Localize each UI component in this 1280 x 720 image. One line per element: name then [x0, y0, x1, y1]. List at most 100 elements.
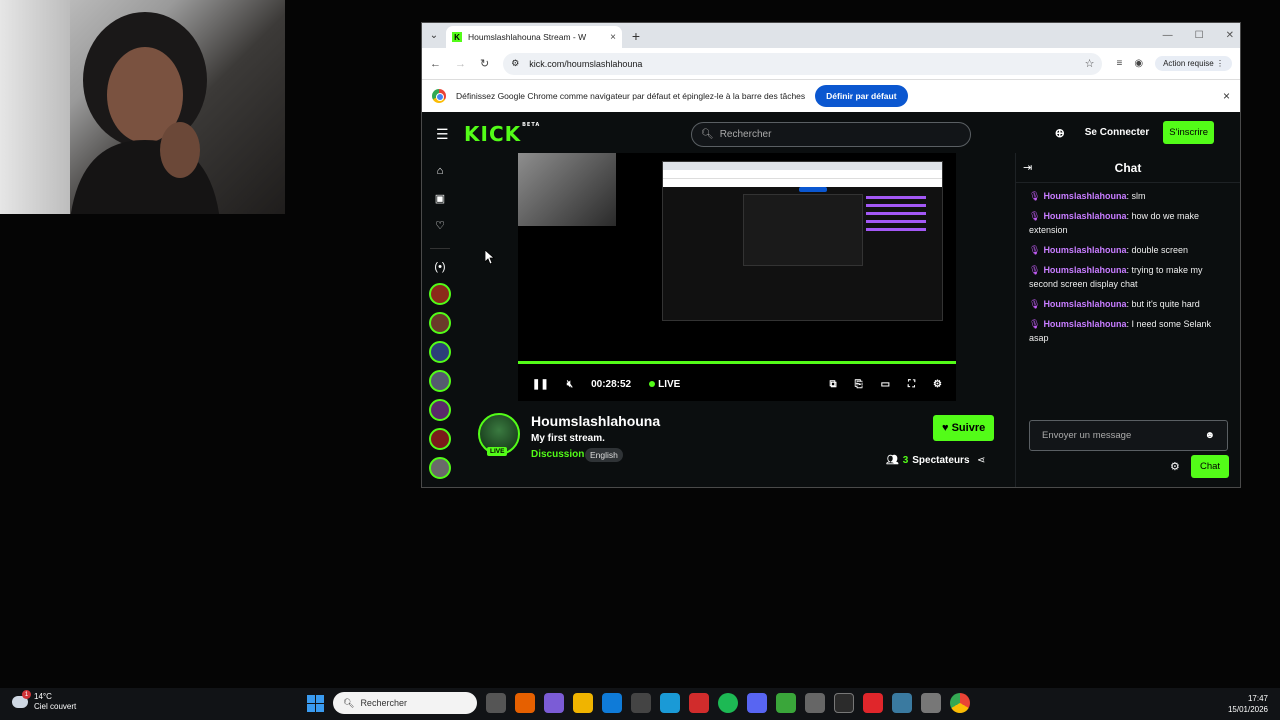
infobar-close-icon[interactable]: ×	[1223, 89, 1230, 103]
profile-icon[interactable]: ◉	[1134, 58, 1143, 69]
bookmark-star-icon[interactable]: ☆	[1085, 57, 1095, 70]
browse-icon[interactable]: ▣	[435, 192, 445, 207]
viewers-icon: 👥︎	[886, 455, 899, 466]
follow-button[interactable]: ♥ Suivre	[933, 415, 995, 441]
weather-widget[interactable]: 1 14°C Ciel couvert	[12, 690, 76, 712]
chat-message: 🎙︎ Houmslashlahouna: but it's quite hard	[1029, 297, 1227, 311]
chat-message-input[interactable]: Envoyer un message ☻	[1029, 420, 1228, 451]
taskbar-search[interactable]: 🔍︎ Rechercher	[333, 692, 477, 714]
captured-page	[663, 188, 942, 320]
chrome-icon[interactable]	[950, 693, 970, 713]
app-icon[interactable]	[892, 693, 912, 713]
chat-username[interactable]: Houmslashlahouna	[1043, 211, 1126, 221]
pause-icon[interactable]: ❚❚	[532, 379, 549, 390]
address-bar[interactable]: ⚙ kick.com/houmslashlahouna ☆	[503, 52, 1103, 75]
chat-username[interactable]: Houmslashlahouna	[1043, 245, 1126, 255]
app-icon[interactable]	[863, 693, 883, 713]
discord-icon[interactable]	[747, 693, 767, 713]
tab-search-icon[interactable]: ⌄	[422, 23, 446, 48]
channel-avatar[interactable]	[429, 312, 451, 334]
miniplayer-icon[interactable]: ⧉	[829, 379, 836, 390]
left-sidebar: ⌂ ▣ ♡ (•)	[422, 153, 458, 487]
collapse-chat-icon[interactable]: ⇥	[1023, 161, 1032, 174]
chat-message: 🎙︎ Houmslashlahouna: double screen	[1029, 243, 1227, 257]
file-explorer-icon[interactable]	[573, 693, 593, 713]
app-icon[interactable]	[776, 693, 796, 713]
chat-settings-gear-icon[interactable]: ⚙	[1170, 460, 1180, 473]
close-window-icon[interactable]: ✕	[1226, 30, 1234, 41]
theater-mode-icon[interactable]: ▭	[881, 379, 890, 390]
firefox-icon[interactable]	[515, 693, 535, 713]
chat-username[interactable]: Houmslashlahouna	[1043, 319, 1126, 329]
webcam-overlay	[0, 0, 285, 214]
forward-icon[interactable]: →	[455, 58, 466, 70]
streamer-name[interactable]: Houmslashlahouna	[531, 413, 660, 429]
app-icon[interactable]	[834, 693, 854, 713]
minimize-icon[interactable]: —	[1163, 30, 1173, 41]
site-info-icon[interactable]: ⚙	[511, 58, 519, 69]
send-chat-button[interactable]: Chat	[1191, 455, 1230, 478]
reload-icon[interactable]: ↻	[480, 57, 489, 70]
new-tab-button[interactable]: +	[626, 28, 646, 44]
signup-button[interactable]: S'inscrire	[1163, 121, 1214, 144]
chat-username[interactable]: Houmslashlahouna	[1043, 265, 1126, 275]
chat-username[interactable]: Houmslashlahouna	[1043, 299, 1126, 309]
kick-logo[interactable]: KICKBETA	[464, 122, 540, 146]
settings-icon[interactable]	[921, 693, 941, 713]
start-icon[interactable]	[307, 694, 324, 712]
following-heart-icon[interactable]: ♡	[435, 219, 445, 234]
chat-header: ⇥ Chat	[1016, 153, 1240, 183]
tab-close-icon[interactable]: ×	[610, 32, 616, 43]
task-view-icon[interactable]	[486, 693, 506, 713]
channel-avatar[interactable]	[429, 341, 451, 363]
clock-time: 17:47	[1247, 694, 1268, 703]
home-icon[interactable]: ⌂	[437, 165, 444, 180]
copilot-icon[interactable]	[544, 693, 564, 713]
camera-icon[interactable]	[805, 693, 825, 713]
channel-avatar[interactable]	[429, 399, 451, 421]
menu-icon[interactable]: ☰	[436, 126, 456, 143]
login-button[interactable]: Se Connecter	[1085, 127, 1149, 138]
system-clock[interactable]: 17:47 15/01/2026	[1228, 693, 1268, 715]
settings-gear-icon[interactable]: ⚙	[933, 379, 942, 390]
channel-avatar[interactable]	[429, 370, 451, 392]
kick-search-input[interactable]: 🔍︎ Rechercher	[691, 122, 971, 147]
captured-toolbar	[663, 170, 942, 178]
back-icon[interactable]: ←	[430, 58, 441, 70]
captured-chat-line	[866, 220, 926, 223]
follow-label: Suivre	[951, 422, 986, 434]
language-globe-icon[interactable]: ⊕	[1055, 126, 1065, 140]
store-icon[interactable]	[631, 693, 651, 713]
clip-icon[interactable]: ⎘	[855, 379, 863, 390]
beta-badge: BETA	[522, 122, 541, 128]
edge-icon[interactable]	[602, 693, 622, 713]
chat-username[interactable]: Houmslashlahouna	[1043, 191, 1126, 201]
search-placeholder: Rechercher	[719, 129, 772, 140]
emoji-icon[interactable]: ☻	[1204, 430, 1215, 441]
live-dot	[649, 380, 656, 387]
opera-icon[interactable]	[689, 693, 709, 713]
channel-avatar[interactable]	[429, 283, 451, 305]
app-icon[interactable]	[660, 693, 680, 713]
browser-tab[interactable]: K Houmslashlahouna Stream - W ×	[446, 26, 622, 48]
fullscreen-icon[interactable]: ⛶	[908, 379, 915, 390]
share-icon[interactable]: ⋖	[977, 455, 985, 466]
live-channels-icon[interactable]: (•)	[434, 261, 445, 276]
media-icon[interactable]: ≡	[1116, 58, 1122, 69]
chat-text: : slm	[1126, 191, 1146, 201]
stream-category-link[interactable]: Discussion	[531, 449, 584, 460]
chat-messages: 🎙︎ Houmslashlahouna: slm 🎙︎ Houmslashlahou…	[1016, 183, 1240, 357]
spotify-icon[interactable]	[718, 693, 738, 713]
chat-input-placeholder: Envoyer un message	[1042, 430, 1132, 441]
action-required-button[interactable]: Action requise ⋮	[1155, 56, 1232, 71]
channel-avatar[interactable]	[429, 428, 451, 450]
maximize-icon[interactable]: ☐	[1195, 30, 1204, 41]
video-player[interactable]: ❚❚ 🔇︎ 00:28:52 LIVE ⧉ ⎘ ▭ ⛶ ⚙	[518, 153, 956, 401]
mute-icon[interactable]: 🔇︎	[567, 379, 573, 390]
set-default-button[interactable]: Définir par défaut	[815, 85, 908, 107]
stream-language-tag[interactable]: English	[585, 448, 623, 462]
channel-avatar[interactable]	[429, 457, 451, 479]
stream-screen-capture	[662, 161, 943, 321]
progress-bar[interactable]	[518, 361, 956, 364]
tab-bar: ⌄ K Houmslashlahouna Stream - W × + — ☐ …	[422, 23, 1240, 48]
